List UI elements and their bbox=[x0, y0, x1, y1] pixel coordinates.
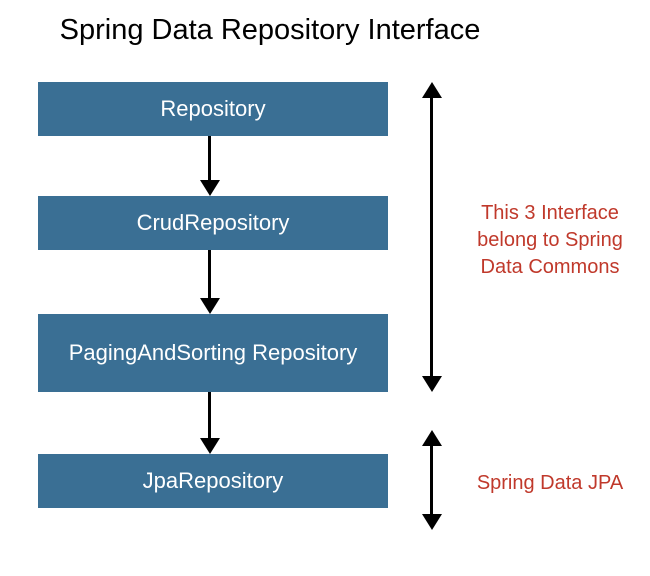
box-repository: Repository bbox=[38, 82, 388, 136]
annotation-jpa: Spring Data JPA bbox=[465, 470, 635, 497]
box-crud-repository: CrudRepository bbox=[38, 196, 388, 250]
box-label: JpaRepository bbox=[143, 468, 284, 494]
box-label: CrudRepository bbox=[137, 210, 290, 236]
diagram-canvas: Spring Data Repository Interface Reposit… bbox=[0, 0, 650, 576]
box-paging-and-sorting-repository: PagingAndSorting Repository bbox=[38, 314, 388, 392]
annotation-commons: This 3 Interface belong to Spring Data C… bbox=[465, 200, 635, 281]
box-label: Repository bbox=[160, 96, 265, 122]
diagram-title: Spring Data Repository Interface bbox=[0, 14, 540, 47]
box-jpa-repository: JpaRepository bbox=[38, 454, 388, 508]
box-label: PagingAndSorting Repository bbox=[69, 340, 358, 366]
